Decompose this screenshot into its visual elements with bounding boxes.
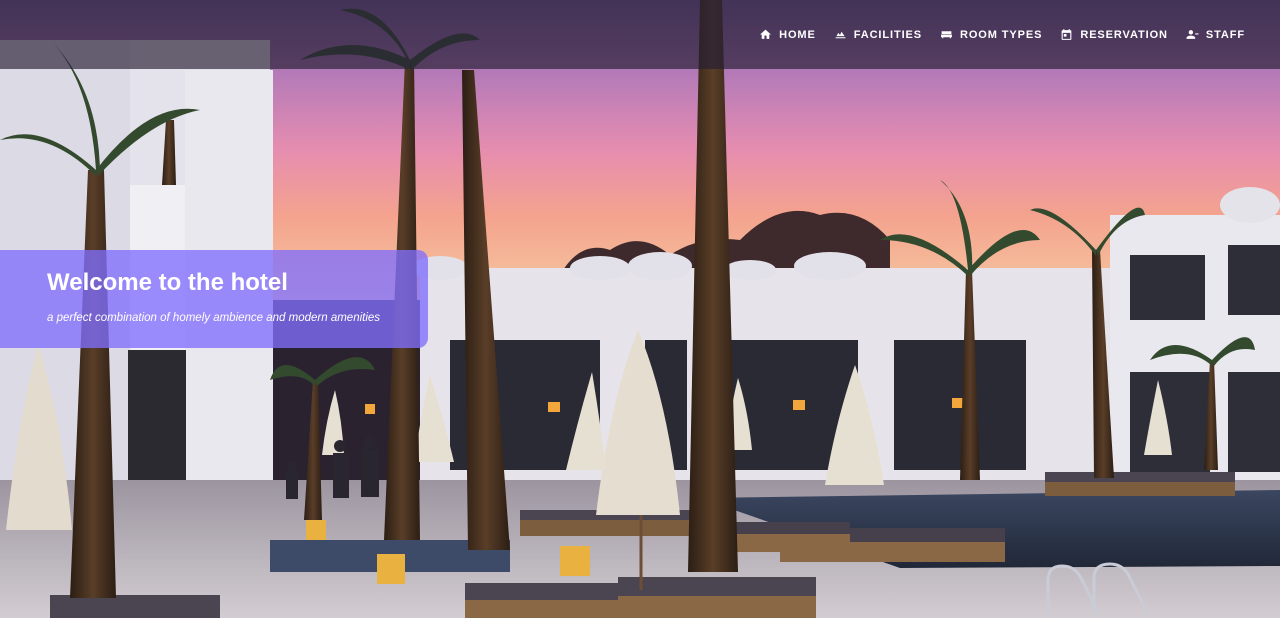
hotel-landing-page: HOME FACILITIES ROOM TYPES RESERVATION S…: [0, 0, 1280, 618]
hero-title: Welcome to the hotel: [47, 269, 288, 296]
nav-home[interactable]: HOME: [759, 28, 816, 41]
welcome-banner: Welcome to the hotel a perfect combinati…: [0, 250, 428, 348]
nav-staff[interactable]: STAFF: [1186, 28, 1245, 41]
facilities-icon: [835, 31, 846, 39]
hero-subtitle: a perfect combination of homely ambience…: [47, 312, 381, 324]
nav-room-types[interactable]: ROOM TYPES: [940, 28, 1042, 41]
nav-room-types-label: ROOM TYPES: [960, 28, 1043, 41]
calendar-icon: [1061, 29, 1072, 40]
nav-reservation-label: RESERVATION: [1080, 28, 1168, 41]
nav-facilities[interactable]: FACILITIES: [834, 28, 922, 41]
top-navbar: HOME FACILITIES ROOM TYPES RESERVATION S…: [0, 0, 1280, 69]
bed-icon: [941, 31, 952, 39]
home-icon: [760, 29, 772, 39]
nav-home-label: HOME: [779, 28, 816, 41]
nav-facilities-label: FACILITIES: [853, 28, 922, 41]
nav-staff-label: STAFF: [1205, 28, 1245, 41]
nav-reservation[interactable]: RESERVATION: [1060, 28, 1168, 41]
staff-icon: [1186, 30, 1199, 39]
